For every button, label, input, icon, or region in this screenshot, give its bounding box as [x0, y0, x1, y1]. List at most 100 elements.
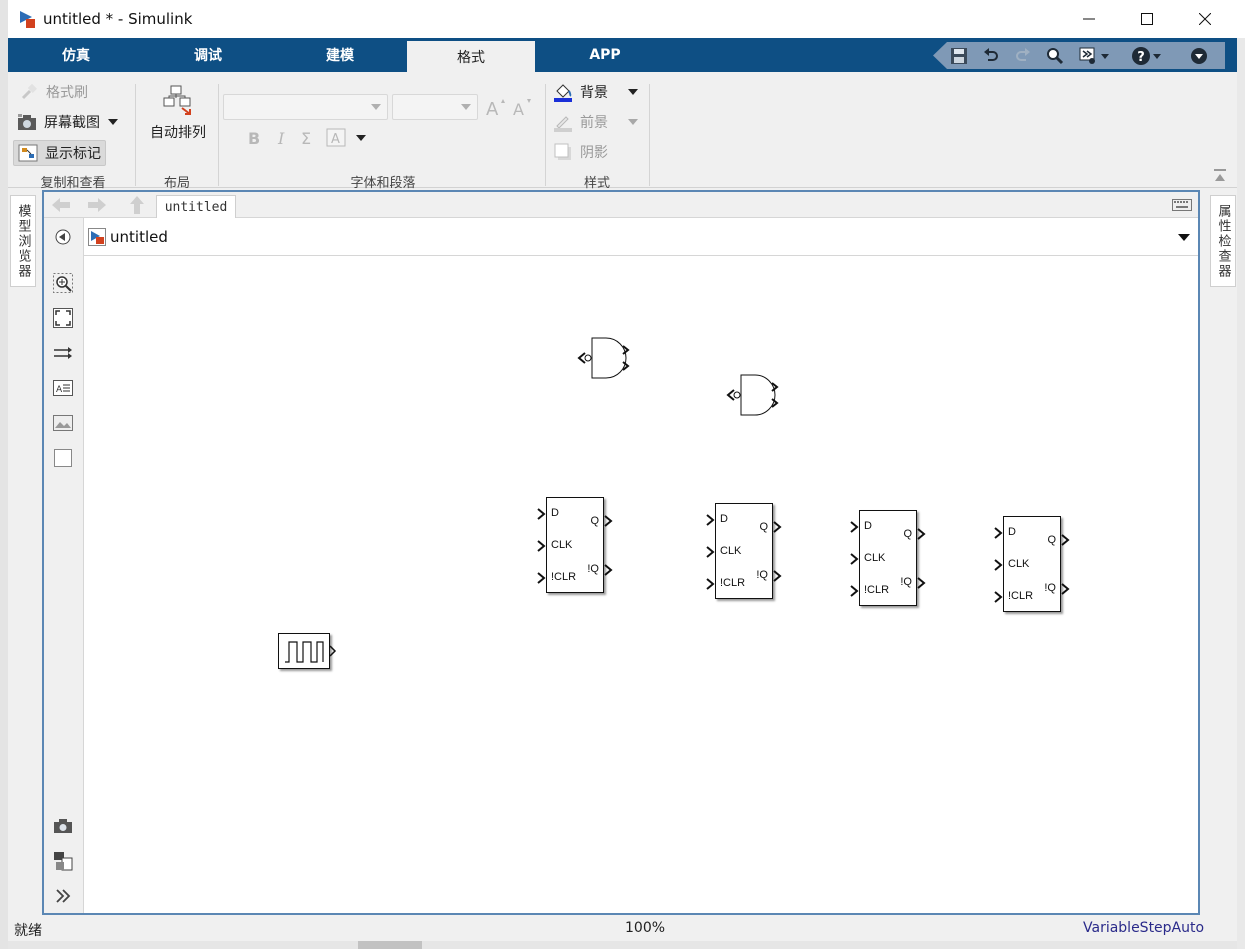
up-button[interactable] — [126, 195, 148, 215]
ribbon-collapse-button[interactable] — [1188, 45, 1210, 67]
foreground-color-button[interactable]: 前景 — [552, 112, 638, 132]
input-port-icon — [994, 559, 1003, 571]
pulse-generator-block[interactable] — [278, 633, 337, 669]
text-color-button[interactable]: A — [326, 128, 366, 148]
maximize-button[interactable] — [1124, 0, 1170, 38]
svg-text:A: A — [56, 385, 63, 395]
zoom-button[interactable] — [52, 272, 74, 294]
minimize-icon — [1083, 18, 1095, 20]
background-color-button[interactable]: 背景 — [552, 82, 638, 102]
expand-palette-button[interactable] — [52, 885, 74, 907]
d-flip-flop-block-1[interactable]: D CLK !CLR Q !Q — [537, 497, 613, 593]
image-icon — [53, 415, 73, 431]
status-bar: 就绪 100% VariableStepAuto — [8, 917, 1245, 941]
d-flip-flop-block-3[interactable]: D CLK !CLR Q !Q — [850, 510, 926, 606]
show-markup-button[interactable]: 显示标记 — [13, 140, 106, 166]
port-label-q: Q — [759, 521, 768, 533]
signal-flow-button[interactable] — [52, 342, 74, 364]
increase-font-button[interactable]: A — [486, 97, 508, 117]
italic-button[interactable]: I — [274, 128, 290, 148]
fit-to-view-button[interactable] — [52, 307, 74, 329]
model-tab[interactable]: untitled — [156, 195, 236, 218]
help-button[interactable]: ? — [1130, 45, 1166, 67]
port-label-clk: CLK — [864, 552, 886, 564]
svg-text:I: I — [277, 129, 285, 148]
property-inspector-tab[interactable]: 属性检查器 — [1210, 195, 1236, 287]
port-label-clr: !CLR — [864, 584, 890, 596]
window-title: untitled * - Simulink — [43, 10, 193, 28]
keyboard-icon — [1172, 199, 1192, 211]
screenshot-palette-button[interactable] — [52, 815, 74, 837]
layers-icon — [54, 852, 73, 871]
minimize-button[interactable] — [1066, 0, 1112, 38]
bold-icon: B — [248, 129, 260, 148]
svg-text:?: ? — [1137, 50, 1145, 65]
font-size-select[interactable] — [392, 94, 478, 120]
area-button[interactable] — [52, 447, 74, 469]
show-markup-label: 显示标记 — [45, 146, 101, 162]
markup-icon — [17, 143, 39, 163]
group-label-copy-view: 复制和查看 — [40, 176, 106, 191]
save-button[interactable] — [948, 45, 970, 67]
tab-format[interactable]: 格式 — [407, 41, 535, 72]
simulink-window: untitled * - Simulink 仿真 调试 建模 格式 APP ? — [8, 0, 1245, 949]
output-port-icon — [604, 515, 613, 527]
annotation-button[interactable]: A — [52, 377, 74, 399]
decrease-font-button[interactable]: A — [513, 97, 535, 117]
model-browser-label: 模型浏览器 — [15, 203, 31, 279]
model-browser-palette-button[interactable] — [52, 850, 74, 872]
svg-text:Σ: Σ — [301, 129, 311, 148]
port-label-clk: CLK — [1008, 558, 1030, 570]
close-button[interactable] — [1182, 0, 1228, 38]
nand-gate-block-1[interactable] — [576, 336, 632, 380]
tex-button[interactable]: Σ — [300, 128, 316, 148]
hide-explorer-button[interactable] — [52, 226, 74, 248]
keyboard-button[interactable] — [1170, 195, 1194, 215]
maximize-icon — [1141, 13, 1153, 25]
d-flip-flop-block-4[interactable]: D CLK !CLR Q !Q — [994, 516, 1070, 612]
font-family-select[interactable] — [223, 94, 388, 120]
increase-font-icon: A — [486, 99, 505, 117]
tab-modeling[interactable]: 建模 — [276, 38, 404, 72]
bold-button[interactable]: B — [246, 128, 262, 148]
model-editor: untitled untitled A D CLK !CLR Q !Q D CL… — [42, 190, 1200, 915]
redo-button[interactable] — [1012, 45, 1034, 67]
undo-button[interactable] — [980, 45, 1002, 67]
camera-icon — [54, 819, 72, 833]
port-label-clk: CLK — [720, 545, 742, 557]
svg-text:B: B — [248, 129, 260, 148]
address-text: untitled — [110, 228, 168, 246]
back-button[interactable] — [50, 195, 72, 215]
tab-simulation[interactable]: 仿真 — [12, 38, 140, 72]
chevron-down-icon[interactable] — [1178, 234, 1190, 241]
search-button[interactable] — [1044, 45, 1066, 67]
forward-button[interactable] — [86, 195, 108, 215]
auto-arrange-button[interactable]: 自动排列 — [143, 84, 213, 142]
port-label-nq: !Q — [900, 576, 912, 588]
horizontal-scroll-thumb[interactable] — [358, 941, 422, 949]
port-label-clk: CLK — [551, 539, 573, 551]
arrow-right-icon — [88, 198, 106, 212]
output-port-icon — [604, 564, 613, 576]
tab-apps[interactable]: APP — [541, 38, 669, 72]
output-port-icon — [1061, 583, 1070, 595]
port-label-q: Q — [903, 528, 912, 540]
run-options-button[interactable] — [1078, 45, 1114, 67]
solver-link[interactable]: VariableStepAuto — [1083, 920, 1204, 936]
collapse-circle-icon — [55, 229, 71, 245]
zoom-in-icon — [53, 273, 73, 293]
shadow-button[interactable]: 阴影 — [552, 142, 608, 162]
ribbon-collapse-arrow[interactable] — [1212, 168, 1228, 184]
model-browser-tab[interactable]: 模型浏览器 — [10, 195, 36, 287]
port-label-d: D — [551, 507, 559, 519]
d-flip-flop-block-2[interactable]: D CLK !CLR Q !Q — [706, 503, 782, 599]
address-bar[interactable]: untitled — [84, 220, 1198, 256]
paint-bucket-icon — [552, 82, 574, 102]
fit-view-icon — [53, 308, 73, 328]
image-button[interactable] — [52, 412, 74, 434]
model-canvas[interactable]: D CLK !CLR Q !Q D CLK !CLR Q !Q D CLK !C… — [84, 256, 1198, 913]
nand-gate-block-2[interactable] — [725, 373, 781, 417]
tab-debug[interactable]: 调试 — [144, 38, 272, 72]
screenshot-button[interactable]: 屏幕截图 — [16, 112, 118, 132]
format-painter-button[interactable]: 格式刷 — [18, 82, 88, 102]
